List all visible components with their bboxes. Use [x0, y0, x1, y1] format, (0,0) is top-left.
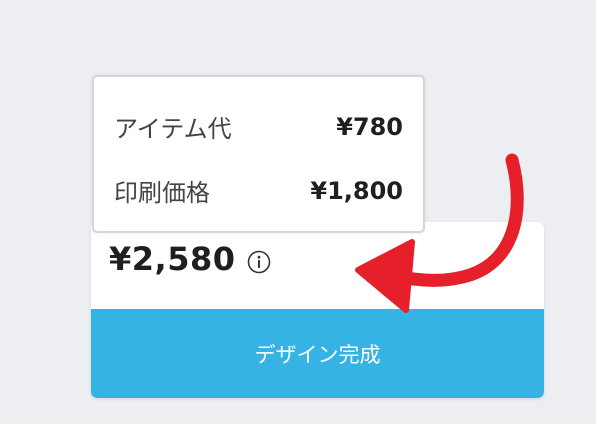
- order-summary-card: ¥2,580 デザイン完成: [91, 222, 544, 398]
- info-circle-icon[interactable]: [247, 250, 271, 274]
- finish-design-button[interactable]: デザイン完成: [91, 309, 544, 398]
- print-cost-label: 印刷価格: [114, 179, 210, 207]
- breakdown-row-print-cost: 印刷価格 ¥1,800: [114, 173, 403, 208]
- total-row: ¥2,580: [109, 240, 271, 278]
- item-cost-label: アイテム代: [114, 115, 232, 143]
- total-price: ¥2,580: [109, 240, 236, 278]
- item-cost-value: ¥780: [336, 112, 403, 141]
- price-breakdown-popover: アイテム代 ¥780 印刷価格 ¥1,800: [92, 75, 425, 233]
- print-cost-value: ¥1,800: [310, 176, 403, 205]
- breakdown-row-item-cost: アイテム代 ¥780: [114, 109, 403, 144]
